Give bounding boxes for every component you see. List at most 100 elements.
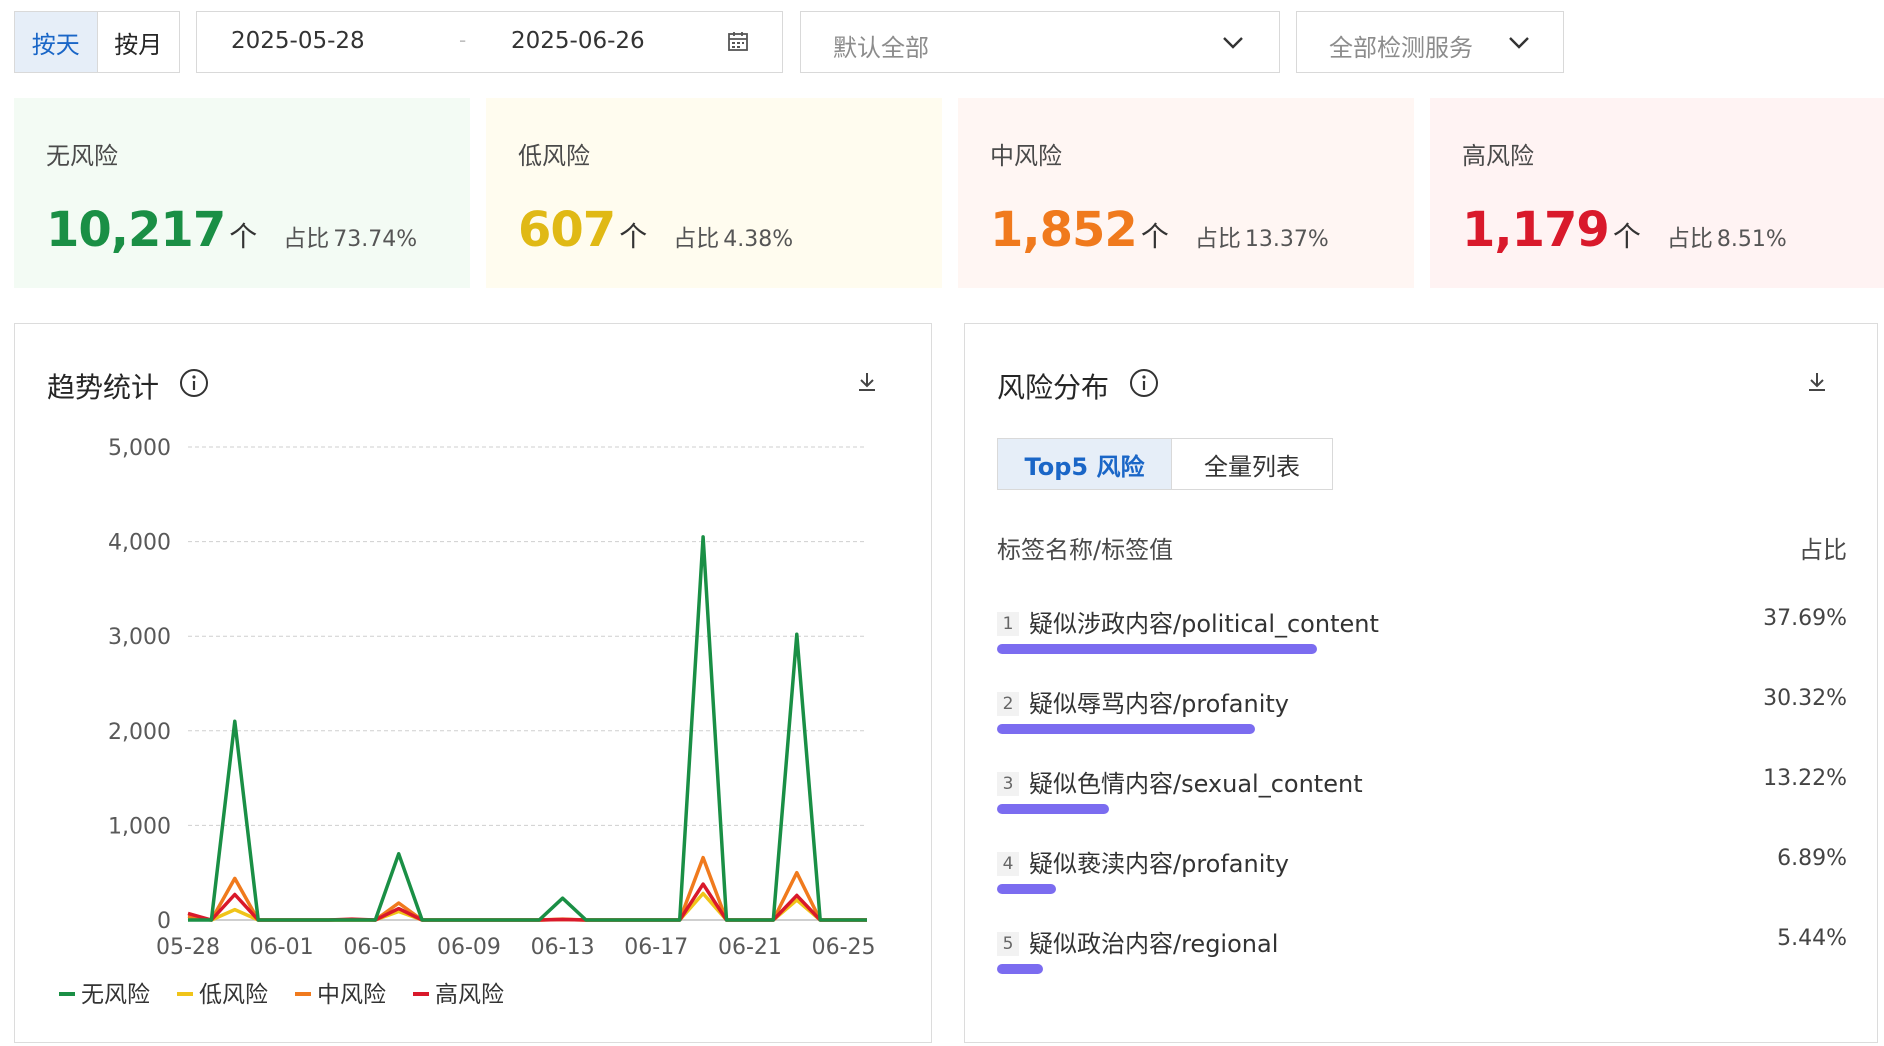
x-tick-label: 06-09 bbox=[437, 935, 501, 960]
end-date[interactable]: 2025-06-26 bbox=[511, 28, 645, 54]
tab-top5[interactable]: Top5 风险 bbox=[998, 439, 1172, 489]
stat-share-value: 4.38% bbox=[723, 227, 794, 252]
stat-count: 1,179 bbox=[1462, 202, 1610, 258]
stat-card: 低风险 607 个占比 4.38% bbox=[486, 98, 942, 288]
chevron-down-icon bbox=[1223, 37, 1243, 49]
stat-label: 中风险 bbox=[990, 142, 1062, 170]
column-header-share: 占比 bbox=[1799, 536, 1847, 564]
risk-tabs: Top5 风险 全量列表 bbox=[997, 438, 1333, 490]
stat-count: 1,852 bbox=[990, 202, 1138, 258]
risk-share-bar bbox=[997, 644, 1317, 654]
stat-row: 1,179 个占比 8.51% bbox=[1462, 202, 1787, 258]
stat-share-label: 占比 bbox=[1666, 226, 1713, 252]
risk-share: 30.32% bbox=[1763, 686, 1847, 711]
granularity-toggle: 按天 按月 bbox=[14, 11, 180, 73]
stat-card: 高风险 1,179 个占比 8.51% bbox=[1430, 98, 1884, 288]
risk-share: 13.22% bbox=[1763, 766, 1847, 791]
stat-count: 607 bbox=[518, 202, 616, 258]
series-line-2 bbox=[187, 855, 867, 922]
series-line-0 bbox=[188, 535, 867, 922]
list-item: 5 疑似政治内容/regional 5.44% bbox=[997, 922, 1847, 1002]
risk-label-name: 疑似色情内容/sexual_content bbox=[1029, 770, 1363, 798]
list-item: 4 疑似亵渎内容/profanity 6.89% bbox=[997, 842, 1847, 922]
chevron-down-icon bbox=[1509, 37, 1529, 49]
rank-index: 3 bbox=[997, 772, 1019, 796]
date-range-picker[interactable]: 2025-05-28 - 2025-06-26 bbox=[196, 11, 783, 73]
stat-share-label: 占比 bbox=[283, 226, 330, 252]
risk-panel-title: 风险分布 bbox=[997, 371, 1110, 404]
y-tick-label: 0 bbox=[157, 909, 171, 934]
by-day-button[interactable]: 按天 bbox=[15, 12, 98, 72]
legend-label: 无风险 bbox=[81, 982, 150, 1008]
stat-row: 607 个占比 4.38% bbox=[518, 202, 793, 258]
trend-chart: 0 1,000 2,000 3,000 4,000 5,000 05-28 06-01 06-0… bbox=[59, 436, 876, 1008]
x-tick-label: 05-28 bbox=[156, 935, 220, 960]
legend-label: 低风险 bbox=[199, 982, 268, 1008]
risk-label-name: 疑似亵渎内容/profanity bbox=[1029, 850, 1289, 878]
stat-share-label: 占比 bbox=[673, 226, 720, 252]
stat-count: 10,217 bbox=[46, 202, 226, 258]
y-tick-label: 2,000 bbox=[108, 720, 171, 745]
risk-label-name: 疑似辱骂内容/profanity bbox=[1029, 690, 1289, 718]
risk-panel: 风险分布 Top5 风险 全量列表 标签名称/标签值 占比 1 疑似涉政内容/po… bbox=[964, 323, 1878, 1043]
list-item: 2 疑似辱骂内容/profanity 30.32% bbox=[997, 682, 1847, 762]
stat-unit: 个 bbox=[619, 220, 648, 253]
rank-index: 1 bbox=[997, 612, 1019, 636]
service-select-value: 全部检测服务 bbox=[1329, 34, 1473, 62]
info-icon[interactable] bbox=[1129, 368, 1159, 398]
y-tick-label: 5,000 bbox=[108, 436, 171, 461]
start-date[interactable]: 2025-05-28 bbox=[231, 28, 365, 54]
trend-panel: 趋势统计 0 1,000 2,000 3,000 4,000 5,000 05-28 06-0… bbox=[14, 323, 932, 1043]
risk-share: 5.44% bbox=[1777, 926, 1847, 951]
risk-label-name: 疑似政治内容/regional bbox=[1029, 930, 1279, 958]
risk-label-name: 疑似涉政内容/political_content bbox=[1029, 610, 1379, 638]
x-tick-label: 06-21 bbox=[718, 935, 782, 960]
legend-label: 中风险 bbox=[317, 982, 386, 1008]
legend-swatch bbox=[413, 992, 429, 996]
list-item: 3 疑似色情内容/sexual_content 13.22% bbox=[997, 762, 1847, 842]
risk-share: 6.89% bbox=[1777, 846, 1847, 871]
stat-label: 无风险 bbox=[46, 142, 118, 170]
date-separator: - bbox=[459, 28, 467, 52]
risk-share-bar bbox=[997, 884, 1056, 894]
download-icon[interactable] bbox=[1805, 370, 1829, 394]
service-select[interactable]: 全部检测服务 bbox=[1296, 11, 1564, 73]
rank-index: 4 bbox=[997, 852, 1019, 876]
legend-swatch bbox=[295, 992, 311, 996]
risk-share-bar bbox=[997, 804, 1109, 814]
calendar-icon[interactable] bbox=[727, 30, 749, 52]
x-tick-label: 06-01 bbox=[250, 935, 314, 960]
stat-unit: 个 bbox=[1612, 220, 1641, 253]
x-tick-label: 06-17 bbox=[624, 935, 688, 960]
stat-card: 中风险 1,852 个占比 13.37% bbox=[958, 98, 1414, 288]
stat-label: 高风险 bbox=[1462, 142, 1534, 170]
risk-share: 37.69% bbox=[1763, 606, 1847, 631]
legend-label: 高风险 bbox=[435, 982, 504, 1008]
stat-unit: 个 bbox=[1140, 220, 1169, 253]
stat-unit: 个 bbox=[229, 220, 258, 253]
stat-label: 低风险 bbox=[518, 142, 590, 170]
by-month-button[interactable]: 按月 bbox=[98, 12, 180, 72]
legend-swatch bbox=[177, 992, 193, 996]
stat-share-value: 13.37% bbox=[1244, 227, 1329, 252]
legend-swatch bbox=[59, 992, 75, 996]
series-line-3 bbox=[187, 882, 867, 922]
rank-index: 2 bbox=[997, 692, 1019, 716]
risk-share-bar bbox=[997, 724, 1255, 734]
x-tick-label: 06-25 bbox=[812, 935, 876, 960]
y-tick-label: 1,000 bbox=[108, 814, 171, 839]
x-tick-label: 06-13 bbox=[531, 935, 595, 960]
scope-select-value: 默认全部 bbox=[833, 34, 929, 62]
tab-all-list[interactable]: 全量列表 bbox=[1172, 439, 1332, 489]
stat-share-value: 8.51% bbox=[1716, 227, 1787, 252]
list-item: 1 疑似涉政内容/political_content 37.69% bbox=[997, 602, 1847, 682]
risk-share-bar bbox=[997, 964, 1043, 974]
stat-row: 1,852 个占比 13.37% bbox=[990, 202, 1329, 258]
x-tick-label: 06-05 bbox=[343, 935, 407, 960]
stat-share-value: 73.74% bbox=[333, 227, 418, 252]
rank-index: 5 bbox=[997, 932, 1019, 956]
scope-select[interactable]: 默认全部 bbox=[800, 11, 1280, 73]
stat-row: 10,217 个占比 73.74% bbox=[46, 202, 417, 258]
series-line-1 bbox=[187, 891, 867, 922]
stat-card: 无风险 10,217 个占比 73.74% bbox=[14, 98, 470, 288]
